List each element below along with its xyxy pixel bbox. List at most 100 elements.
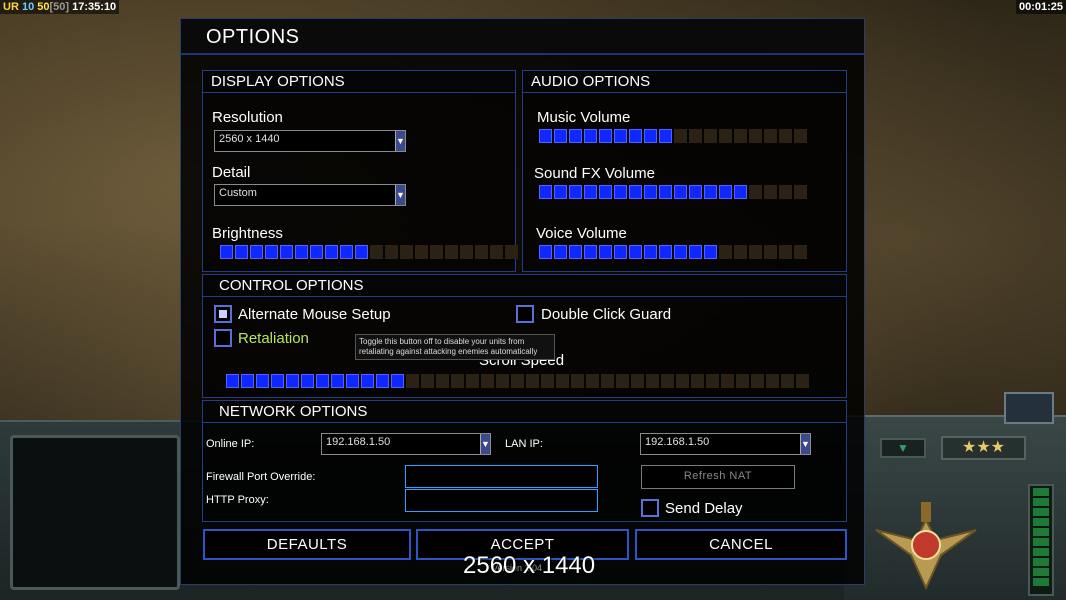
slider-segment[interactable] xyxy=(704,129,717,143)
slider-segment[interactable] xyxy=(241,374,254,388)
slider-segment[interactable] xyxy=(541,374,554,388)
slider-segment[interactable] xyxy=(226,374,239,388)
slider-segment[interactable] xyxy=(460,245,473,259)
slider-segment[interactable] xyxy=(391,374,404,388)
slider-segment[interactable] xyxy=(614,129,627,143)
slider-segment[interactable] xyxy=(301,374,314,388)
lan-ip-dropdown[interactable]: 192.168.1.50 ▼ xyxy=(640,433,811,455)
slider-segment[interactable] xyxy=(629,245,642,259)
slider-segment[interactable] xyxy=(599,245,612,259)
slider-segment[interactable] xyxy=(661,374,674,388)
alternate-mouse-setup-checkbox[interactable] xyxy=(214,305,232,323)
slider-segment[interactable] xyxy=(451,374,464,388)
slider-segment[interactable] xyxy=(475,245,488,259)
slider-segment[interactable] xyxy=(734,129,747,143)
slider-segment[interactable] xyxy=(779,185,792,199)
slider-segment[interactable] xyxy=(674,129,687,143)
slider-segment[interactable] xyxy=(689,245,702,259)
slider-segment[interactable] xyxy=(629,129,642,143)
slider-segment[interactable] xyxy=(265,245,278,259)
detail-dropdown[interactable]: Custom ▼ xyxy=(214,184,406,206)
slider-segment[interactable] xyxy=(584,185,597,199)
brightness-slider[interactable] xyxy=(220,245,518,259)
slider-segment[interactable] xyxy=(781,374,794,388)
chevron-down-icon[interactable]: ▼ xyxy=(395,131,405,151)
slider-segment[interactable] xyxy=(406,374,419,388)
slider-segment[interactable] xyxy=(554,185,567,199)
slider-segment[interactable] xyxy=(659,245,672,259)
slider-segment[interactable] xyxy=(584,129,597,143)
slider-segment[interactable] xyxy=(764,129,777,143)
slider-segment[interactable] xyxy=(734,185,747,199)
slider-segment[interactable] xyxy=(376,374,389,388)
slider-segment[interactable] xyxy=(539,185,552,199)
slider-segment[interactable] xyxy=(481,374,494,388)
hud-radar-screen[interactable] xyxy=(10,435,180,590)
slider-segment[interactable] xyxy=(599,129,612,143)
slider-segment[interactable] xyxy=(220,245,233,259)
slider-segment[interactable] xyxy=(554,245,567,259)
slider-segment[interactable] xyxy=(706,374,719,388)
slider-segment[interactable] xyxy=(496,374,509,388)
refresh-nat-button[interactable]: Refresh NAT xyxy=(641,465,795,489)
slider-segment[interactable] xyxy=(511,374,524,388)
slider-segment[interactable] xyxy=(571,374,584,388)
slider-segment[interactable] xyxy=(794,245,807,259)
slider-segment[interactable] xyxy=(734,245,747,259)
slider-segment[interactable] xyxy=(316,374,329,388)
firewall-port-override-input[interactable] xyxy=(405,465,598,488)
slider-segment[interactable] xyxy=(644,185,657,199)
scroll-speed-slider[interactable] xyxy=(226,374,809,388)
slider-segment[interactable] xyxy=(415,245,428,259)
slider-segment[interactable] xyxy=(385,245,398,259)
online-ip-dropdown[interactable]: 192.168.1.50 ▼ xyxy=(321,433,491,455)
slider-segment[interactable] xyxy=(614,245,627,259)
slider-segment[interactable] xyxy=(436,374,449,388)
slider-segment[interactable] xyxy=(556,374,569,388)
slider-segment[interactable] xyxy=(235,245,248,259)
slider-segment[interactable] xyxy=(370,245,383,259)
helicopter-unit-icon[interactable] xyxy=(1004,392,1054,424)
slider-segment[interactable] xyxy=(601,374,614,388)
slider-segment[interactable] xyxy=(250,245,263,259)
slider-segment[interactable] xyxy=(505,245,518,259)
http-proxy-input[interactable] xyxy=(405,489,598,512)
slider-segment[interactable] xyxy=(539,129,552,143)
slider-segment[interactable] xyxy=(569,129,582,143)
slider-segment[interactable] xyxy=(659,129,672,143)
slider-segment[interactable] xyxy=(764,185,777,199)
cancel-button[interactable]: CANCEL xyxy=(635,529,847,560)
slider-segment[interactable] xyxy=(691,374,704,388)
slider-segment[interactable] xyxy=(421,374,434,388)
slider-segment[interactable] xyxy=(796,374,809,388)
slider-segment[interactable] xyxy=(569,185,582,199)
slider-segment[interactable] xyxy=(719,185,732,199)
slider-segment[interactable] xyxy=(689,129,702,143)
slider-segment[interactable] xyxy=(331,374,344,388)
slider-segment[interactable] xyxy=(490,245,503,259)
double-click-guard-checkbox[interactable] xyxy=(516,305,534,323)
slider-segment[interactable] xyxy=(430,245,443,259)
slider-segment[interactable] xyxy=(674,185,687,199)
slider-segment[interactable] xyxy=(659,185,672,199)
slider-segment[interactable] xyxy=(599,185,612,199)
slider-segment[interactable] xyxy=(644,245,657,259)
slider-segment[interactable] xyxy=(794,185,807,199)
slider-segment[interactable] xyxy=(704,185,717,199)
slider-segment[interactable] xyxy=(554,129,567,143)
slider-segment[interactable] xyxy=(286,374,299,388)
chevron-down-icon[interactable]: ▼ xyxy=(480,434,490,454)
slider-segment[interactable] xyxy=(764,245,777,259)
slider-segment[interactable] xyxy=(466,374,479,388)
chevron-down-icon[interactable]: ▼ xyxy=(395,185,405,205)
slider-segment[interactable] xyxy=(400,245,413,259)
chevron-down-icon[interactable]: ▼ xyxy=(800,434,810,454)
slider-segment[interactable] xyxy=(674,245,687,259)
slider-segment[interactable] xyxy=(779,245,792,259)
slider-segment[interactable] xyxy=(614,185,627,199)
slider-segment[interactable] xyxy=(280,245,293,259)
slider-segment[interactable] xyxy=(569,245,582,259)
slider-segment[interactable] xyxy=(646,374,659,388)
sound-fx-volume-slider[interactable] xyxy=(539,185,807,199)
slider-segment[interactable] xyxy=(631,374,644,388)
